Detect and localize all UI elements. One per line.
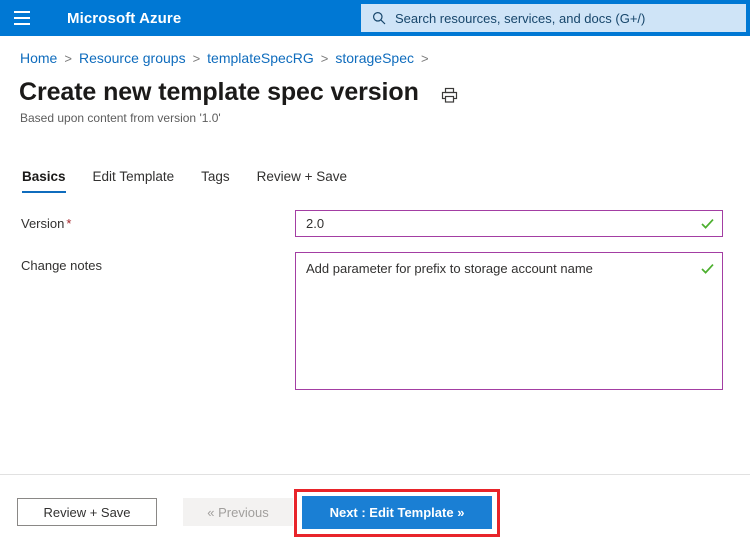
breadcrumb-item-storagespec[interactable]: storageSpec [335, 50, 414, 66]
review-save-button[interactable]: Review + Save [17, 498, 157, 526]
breadcrumb: Home > Resource groups > templateSpecRG … [20, 50, 436, 66]
page-subtitle: Based upon content from version '1.0' [20, 111, 221, 125]
brand-label[interactable]: Microsoft Azure [67, 10, 181, 27]
search-icon [372, 11, 386, 25]
breadcrumb-separator-icon: > [64, 50, 72, 66]
previous-button: « Previous [183, 498, 293, 526]
breadcrumb-separator-icon: > [420, 50, 429, 66]
wizard-tabs: Basics Edit Template Tags Review + Save [22, 169, 374, 193]
page-title: Create new template spec version [19, 78, 419, 106]
required-asterisk: * [66, 216, 72, 231]
tab-edit-template[interactable]: Edit Template [93, 169, 175, 193]
change-notes-input[interactable] [296, 253, 700, 389]
version-label-text: Version [21, 216, 65, 231]
tab-review-save[interactable]: Review + Save [257, 169, 347, 193]
version-input[interactable] [296, 211, 700, 236]
azure-top-bar: Microsoft Azure [0, 0, 750, 36]
version-field[interactable] [295, 210, 723, 237]
breadcrumb-item-resource-groups[interactable]: Resource groups [79, 50, 186, 66]
version-label: Version * [21, 216, 71, 231]
footer-divider [0, 474, 750, 475]
tab-basics[interactable]: Basics [22, 169, 66, 193]
hamburger-bar [14, 11, 30, 13]
change-notes-field[interactable] [295, 252, 723, 390]
hamburger-bar [14, 17, 30, 19]
hamburger-icon[interactable] [0, 0, 44, 36]
hamburger-bar [14, 23, 30, 25]
breadcrumb-separator-icon: > [320, 50, 329, 66]
breadcrumb-item-home[interactable]: Home [20, 50, 57, 66]
tab-tags[interactable]: Tags [201, 169, 230, 193]
global-search-box[interactable] [361, 4, 746, 32]
search-input[interactable] [395, 10, 735, 26]
page-header: Create new template spec version [19, 78, 458, 107]
checkmark-icon [700, 261, 715, 276]
printer-icon[interactable] [441, 87, 458, 104]
next-edit-template-button[interactable]: Next : Edit Template » [302, 496, 492, 529]
breadcrumb-item-templatespecrg[interactable]: templateSpecRG [207, 50, 314, 66]
breadcrumb-separator-icon: > [192, 50, 201, 66]
checkmark-icon [700, 216, 715, 231]
change-notes-label: Change notes [21, 258, 102, 273]
